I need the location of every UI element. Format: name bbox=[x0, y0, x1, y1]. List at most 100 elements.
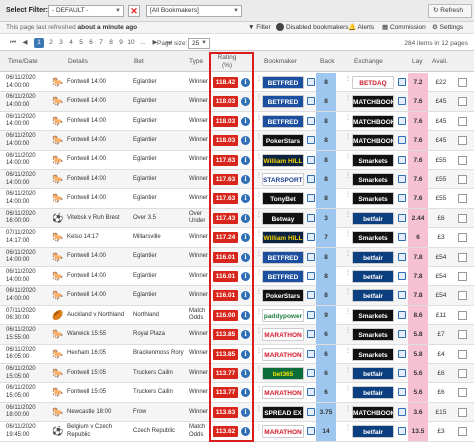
page-link[interactable]: 6 bbox=[86, 38, 96, 48]
info-icon[interactable]: i bbox=[241, 407, 250, 417]
drag-handle-icon[interactable]: ⋮ bbox=[256, 76, 262, 87]
col-bet[interactable]: Bet bbox=[134, 58, 144, 65]
filter-select[interactable]: - DEFAULT - ▼ bbox=[48, 5, 124, 17]
drag-handle-icon[interactable]: ⋮ bbox=[345, 309, 351, 320]
col-details[interactable]: Details bbox=[68, 58, 88, 65]
info-icon[interactable]: i bbox=[241, 78, 250, 87]
bookmaker-logo[interactable]: PokerStars bbox=[262, 289, 304, 303]
drag-handle-icon[interactable]: ⋮ bbox=[345, 425, 351, 436]
drag-handle-icon[interactable]: ⋮ bbox=[345, 173, 351, 184]
info-icon[interactable]: i bbox=[241, 233, 250, 243]
info-icon[interactable]: i bbox=[241, 175, 250, 184]
drag-handle-icon[interactable]: ⋮ bbox=[256, 406, 262, 417]
row-event-link[interactable]: Hexham 16:05 bbox=[67, 345, 129, 364]
external-link-icon[interactable] bbox=[307, 330, 315, 339]
exchange-logo[interactable]: Smarkets bbox=[352, 173, 394, 186]
drag-handle-icon[interactable]: ⋮ bbox=[345, 348, 351, 359]
row-checkbox[interactable] bbox=[458, 194, 467, 204]
drag-handle-icon[interactable]: ⋮ bbox=[345, 192, 351, 203]
drag-handle-icon[interactable]: ⋮ bbox=[345, 212, 351, 223]
col-type[interactable]: Type bbox=[189, 58, 203, 65]
external-link-icon[interactable] bbox=[398, 97, 406, 106]
external-link-icon[interactable] bbox=[307, 97, 315, 106]
exchange-logo[interactable]: Smarkets bbox=[352, 347, 394, 361]
exchange-logo[interactable]: Smarkets bbox=[352, 308, 394, 322]
info-icon[interactable]: i bbox=[241, 116, 250, 126]
page-size-select[interactable]: 25 ▼ bbox=[188, 38, 210, 49]
exchange-logo[interactable]: Smarkets bbox=[352, 231, 394, 245]
info-icon[interactable]: i bbox=[241, 291, 250, 301]
bookmaker-logo[interactable]: BETFRED bbox=[262, 95, 304, 109]
row-event-link[interactable]: Fontwell 14:00 bbox=[67, 131, 129, 150]
filter-button[interactable]: ▼ Filter bbox=[248, 23, 271, 33]
page-link[interactable]: 1 bbox=[34, 38, 44, 48]
col-time[interactable]: Time/Date bbox=[8, 58, 38, 65]
row-checkbox[interactable] bbox=[458, 369, 467, 378]
bookmaker-logo[interactable]: MARATHON bbox=[262, 386, 304, 400]
alerts-button[interactable]: 🔔 Alerts bbox=[348, 23, 374, 33]
bookmaker-logo[interactable]: paddypower bbox=[262, 308, 304, 322]
page-link[interactable]: 7 bbox=[96, 38, 106, 48]
drag-handle-icon[interactable]: ⋮ bbox=[345, 289, 351, 300]
row-checkbox[interactable] bbox=[458, 349, 467, 359]
external-link-icon[interactable] bbox=[398, 310, 406, 319]
row-event-link[interactable]: Fontwell 14:00 bbox=[67, 189, 129, 208]
row-event-link[interactable]: Vitebsk v Ruh Brest bbox=[67, 209, 129, 228]
bookmaker-logo[interactable]: MARATHON bbox=[262, 347, 304, 361]
drag-handle-icon[interactable]: ⋮ bbox=[256, 328, 262, 339]
page-link[interactable]: 9 bbox=[116, 38, 126, 48]
exchange-logo[interactable]: Smarkets bbox=[352, 192, 394, 206]
row-event-link[interactable]: Fontwell 14:00 bbox=[67, 267, 129, 286]
drag-handle-icon[interactable]: ⋮ bbox=[345, 270, 351, 281]
drag-handle-icon[interactable]: ⋮ bbox=[256, 309, 262, 320]
col-bookmaker[interactable]: Bookmaker bbox=[264, 58, 297, 65]
external-link-icon[interactable] bbox=[307, 427, 315, 436]
row-checkbox[interactable] bbox=[458, 97, 467, 107]
exchange-logo[interactable]: BETDAQ bbox=[352, 76, 394, 89]
exchange-logo[interactable]: betfair bbox=[352, 425, 394, 439]
row-checkbox[interactable] bbox=[458, 233, 467, 243]
bookmaker-logo[interactable]: PokerStars bbox=[262, 134, 304, 148]
drag-handle-icon[interactable]: ⋮ bbox=[256, 212, 262, 223]
drag-handle-icon[interactable]: ⋮ bbox=[345, 134, 351, 145]
col-back[interactable]: Back bbox=[320, 58, 334, 65]
row-event-link[interactable]: Fontwell 14:00 bbox=[67, 286, 129, 305]
first-page-icon[interactable]: ⏮ bbox=[8, 38, 18, 48]
row-checkbox[interactable] bbox=[458, 310, 467, 320]
row-event-link[interactable]: Auckland v Northland bbox=[67, 306, 129, 325]
info-icon[interactable]: i bbox=[241, 310, 250, 320]
external-link-icon[interactable] bbox=[398, 175, 406, 183]
bookmaker-logo[interactable]: SPREAD EX bbox=[262, 405, 304, 419]
external-link-icon[interactable] bbox=[307, 136, 315, 145]
row-checkbox[interactable] bbox=[458, 175, 467, 184]
bookmaker-logo[interactable]: William HILL bbox=[262, 231, 304, 245]
exchange-logo[interactable]: betfair bbox=[352, 386, 394, 400]
drag-handle-icon[interactable]: ⋮ bbox=[345, 154, 351, 165]
page-link[interactable]: 10 bbox=[126, 38, 136, 48]
external-link-icon[interactable] bbox=[398, 155, 406, 164]
external-link-icon[interactable] bbox=[307, 388, 315, 397]
bookmaker-logo[interactable]: BETFRED bbox=[262, 76, 304, 89]
external-link-icon[interactable] bbox=[398, 136, 406, 145]
drag-handle-icon[interactable]: ⋮ bbox=[345, 115, 351, 126]
drag-handle-icon[interactable]: ⋮ bbox=[256, 270, 262, 281]
external-link-icon[interactable] bbox=[398, 388, 406, 397]
external-link-icon[interactable] bbox=[398, 233, 406, 242]
bookmaker-logo[interactable]: BETFRED bbox=[262, 270, 304, 283]
col-avail[interactable]: Avail. bbox=[432, 58, 448, 65]
row-checkbox[interactable] bbox=[458, 272, 467, 281]
drag-handle-icon[interactable]: ⋮ bbox=[256, 231, 262, 242]
drag-handle-icon[interactable]: ⋮ bbox=[345, 406, 351, 417]
external-link-icon[interactable] bbox=[307, 233, 315, 242]
row-event-link[interactable]: Fontwell 14:00 bbox=[67, 92, 129, 111]
exchange-logo[interactable]: Smarkets bbox=[352, 153, 394, 167]
external-link-icon[interactable] bbox=[398, 78, 406, 86]
row-checkbox[interactable] bbox=[458, 407, 467, 417]
drag-handle-icon[interactable]: ⋮ bbox=[345, 231, 351, 242]
drag-handle-icon[interactable]: ⋮ bbox=[345, 251, 351, 262]
drag-handle-icon[interactable]: ⋮ bbox=[256, 134, 262, 145]
drag-handle-icon[interactable]: ⋮ bbox=[345, 76, 351, 87]
page-link[interactable]: 4 bbox=[66, 38, 76, 48]
refresh-button[interactable]: ↻ Refresh bbox=[428, 4, 472, 18]
bookmaker-logo[interactable]: STARSPORTS bbox=[262, 173, 304, 186]
